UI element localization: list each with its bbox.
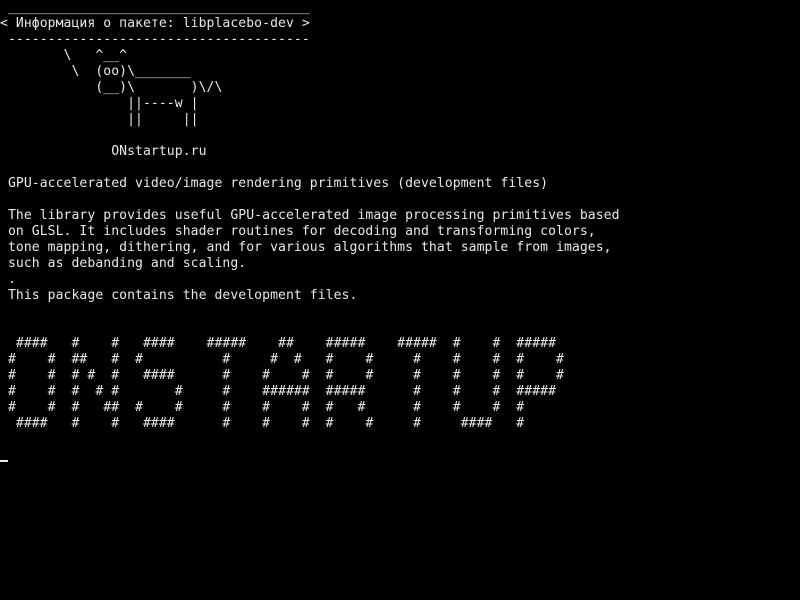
terminal-screen[interactable]: ______________________________________ <… bbox=[0, 0, 800, 600]
ascii-banner-row-4: # # # # # # # ###### ##### # # # ##### bbox=[0, 384, 557, 399]
cow-ascii-line-3: (__)\ )\/\ bbox=[0, 80, 223, 95]
text-cursor bbox=[0, 460, 8, 462]
ascii-banner-row-3: # # # # # #### # # # # # # # # # # bbox=[0, 368, 564, 383]
cow-ascii-line-2: \ (oo)\_______ bbox=[0, 64, 191, 79]
cowsay-border-bottom: -------------------------------------- bbox=[0, 32, 310, 47]
package-description-line-5: . bbox=[0, 272, 16, 287]
cowsay-border-top: ______________________________________ bbox=[0, 0, 310, 15]
ascii-banner-row-2: # # ## # # # # # # # # # # # # bbox=[0, 352, 564, 367]
package-description-line-1: The library provides useful GPU-accelera… bbox=[0, 208, 620, 223]
package-description-line-4: such as debanding and scaling. bbox=[0, 256, 247, 271]
ascii-banner-row-1: #### # # #### ##### ## ##### ##### # # #… bbox=[0, 336, 557, 351]
cowsay-message: < Информация о пакете: libplacebo-dev > bbox=[0, 16, 310, 31]
ascii-banner-row-5: # # # ## # # # # # # # # # # # bbox=[0, 400, 525, 415]
site-name: ONstartup.ru bbox=[0, 144, 207, 159]
cow-ascii-line-1: \ ^__^ bbox=[0, 48, 128, 63]
package-description-line-6: This package contains the development fi… bbox=[0, 288, 358, 303]
cow-ascii-line-4: ||----w | bbox=[0, 96, 199, 111]
cow-ascii-line-5: || || bbox=[0, 112, 199, 127]
package-description-line-2: on GLSL. It includes shader routines for… bbox=[0, 224, 596, 239]
package-description-line-3: tone mapping, dithering, and for various… bbox=[0, 240, 612, 255]
package-summary: GPU-accelerated video/image rendering pr… bbox=[0, 176, 549, 191]
ascii-banner-row-6: #### # # #### # # # # # # #### # bbox=[0, 416, 525, 431]
